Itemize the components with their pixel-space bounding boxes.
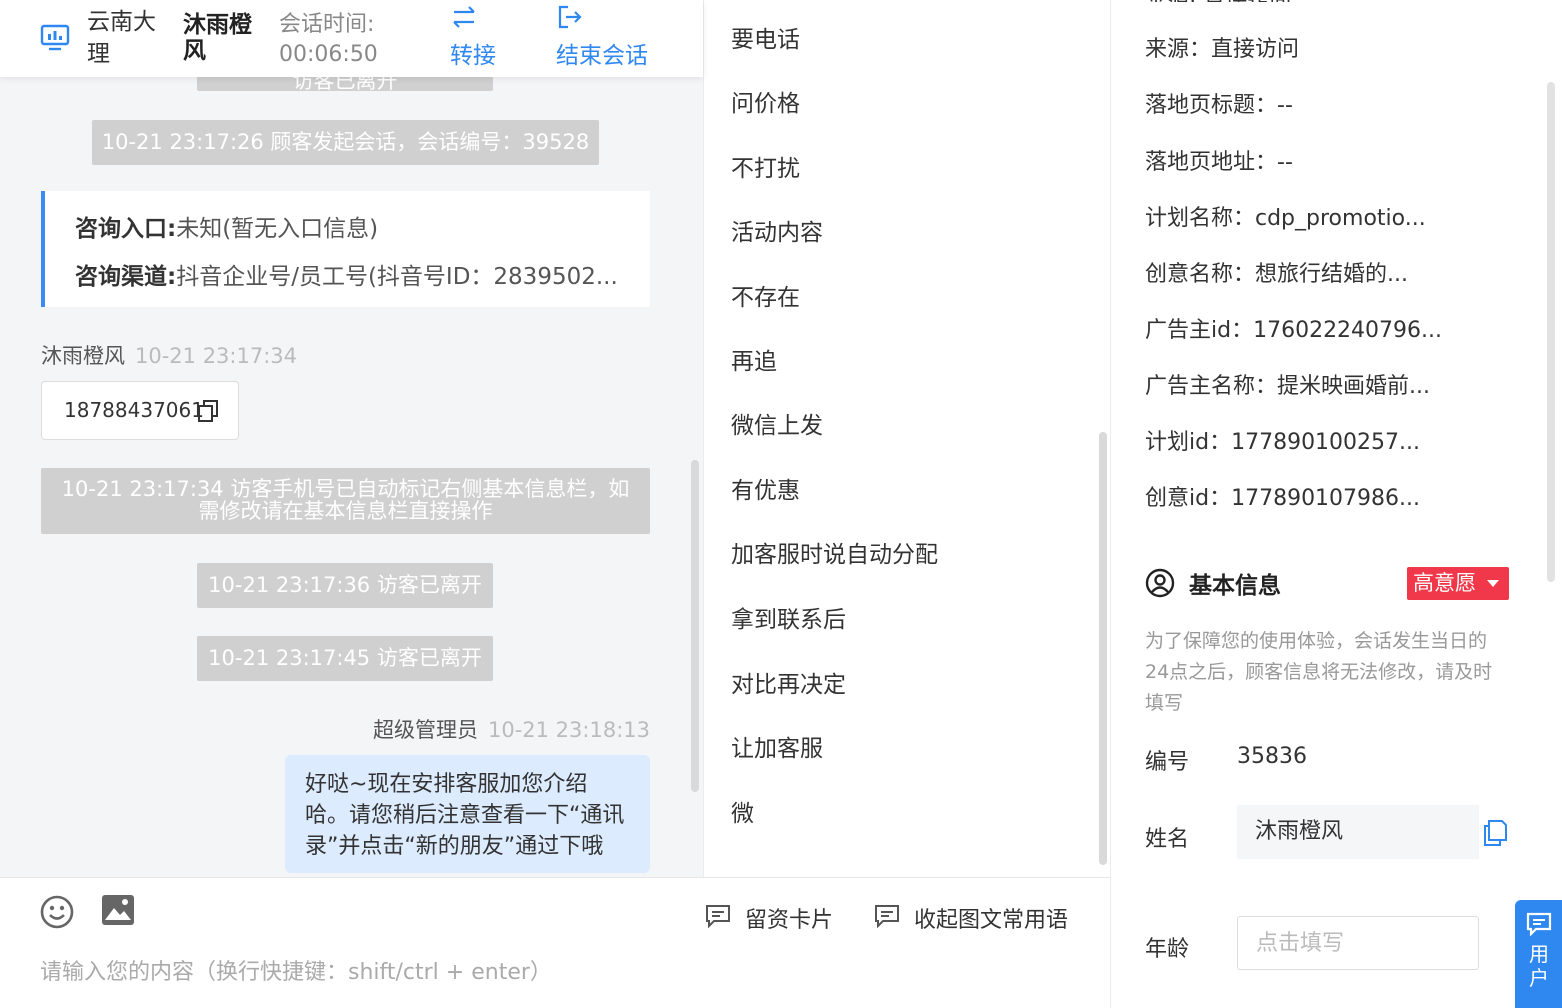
quick-phrase-item[interactable]: 让加客服 <box>731 729 823 763</box>
info-advertiser-name: 广告主名称：提米映画婚前... <box>1145 374 1430 399</box>
lead-card-label: 留资卡片 <box>745 908 834 933</box>
edit-notice: 为了保障您的使用体验，会话发生当日的24点之后，顾客信息将无法修改，请及时填写 <box>1145 630 1493 714</box>
collapse-phrases-button[interactable]: 收起图文常用语 <box>874 902 1068 934</box>
basic-info-heading: 基本信息 <box>1145 566 1281 600</box>
user-circle-icon <box>1145 568 1175 598</box>
quick-phrase-item[interactable]: 不打扰 <box>731 149 800 183</box>
info-landing-title: 落地页标题：-- <box>1145 93 1293 118</box>
intent-dropdown[interactable]: 高意愿 <box>1407 567 1509 600</box>
info-plan-name: 计划名称：cdp_promotio... <box>1145 206 1426 231</box>
info-landing-url: 落地页地址：-- <box>1145 150 1293 175</box>
quick-phrase-item[interactable]: 微 <box>731 794 754 828</box>
message-card-icon <box>706 905 730 928</box>
consult-entry-label: 咨询入口: <box>75 216 177 242</box>
visitor-location: 云南大理 <box>87 9 156 67</box>
session-time: 00:06:50 <box>279 42 378 67</box>
quick-phrase-item[interactable]: 加客服时说自动分配 <box>731 535 938 569</box>
end-session-button[interactable]: 结束会话 <box>556 4 648 70</box>
message-input[interactable] <box>40 960 1090 985</box>
name-field[interactable]: 沐雨橙风 <box>1237 805 1479 859</box>
info-advertiser-id: 广告主id：176022240796... <box>1145 318 1443 343</box>
chat-scrollbar[interactable] <box>691 460 699 792</box>
transfer-icon <box>453 6 475 28</box>
copy-icon[interactable] <box>198 400 218 422</box>
info-creative-id: 创意id：177890107986... <box>1145 486 1421 511</box>
system-message: 10-21 23:17:36 访客已离开 <box>197 563 493 608</box>
collapse-phrases-label: 收起图文常用语 <box>914 908 1069 933</box>
info-plan-id: 计划id：177890100257... <box>1145 430 1421 455</box>
chat-panel: 云南大理 沐雨橙风 会话时间: 00:06:50 转接 结束会话 访客已离开 1… <box>0 0 703 1008</box>
user-tab-label: 用户 <box>1529 942 1549 990</box>
transfer-button[interactable]: 转接 <box>450 4 496 70</box>
age-input[interactable] <box>1237 916 1479 970</box>
transfer-label: 转接 <box>450 43 496 69</box>
info-source: 来源：直接访问 <box>1145 37 1300 62</box>
info-partial-line: 来源: 直接访问 <box>1145 0 1292 17</box>
basic-info-title: 基本信息 <box>1189 573 1281 599</box>
message-composer: 留资卡片 收起图文常用语 <box>0 877 1110 1008</box>
quick-phrase-item[interactable]: 拿到联系后 <box>731 600 846 634</box>
chat-messages[interactable]: 访客已离开 10-21 23:17:26 顾客发起会话，会话编号：39528 咨… <box>0 77 703 877</box>
quick-phrase-item[interactable]: 问价格 <box>731 84 800 118</box>
consult-info-card: 咨询入口:未知(暂无入口信息) 咨询渠道:抖音企业号/员工号(抖音号ID：283… <box>41 191 650 307</box>
consult-channel-label: 咨询渠道: <box>75 264 177 290</box>
user-tab[interactable]: 用户 <box>1515 900 1562 1008</box>
system-message: 10-21 23:17:45 访客已离开 <box>197 636 493 681</box>
quick-phrase-item[interactable]: 有优惠 <box>731 471 800 505</box>
lead-card-button[interactable]: 留资卡片 <box>705 902 833 934</box>
quick-phrase-item[interactable]: 微信上发 <box>731 406 823 440</box>
logout-icon <box>558 5 582 29</box>
visitor-phone: 18788437061 <box>64 398 204 422</box>
quick-phrases-panel: 要电话问价格不打扰活动内容不存在再追微信上发有优惠加客服时说自动分配 拿到联系后对… <box>703 0 1110 877</box>
id-label: 编号 <box>1145 750 1190 775</box>
consult-channel-row: 咨询渠道:抖音企业号/员工号(抖音号ID：2839502... <box>75 257 650 305</box>
message-time: 10-21 23:18:13 <box>487 718 650 742</box>
message-sender: 超级管理员 <box>372 718 478 742</box>
consult-entry-row: 咨询入口:未知(暂无入口信息) <box>75 209 650 257</box>
system-message: 10-21 23:17:34 访客手机号已自动标记右侧基本信息栏，如需修改请在基… <box>41 468 650 534</box>
agent-message-meta: 超级管理员 10-21 23:18:13 <box>373 714 650 744</box>
quick-phrase-item[interactable]: 不存在 <box>731 278 800 312</box>
consult-entry-value: 未知(暂无入口信息) <box>176 216 379 242</box>
id-value: 35836 <box>1237 744 1307 769</box>
name-label: 姓名 <box>1145 827 1190 852</box>
session-time-label: 会话时间: <box>279 12 375 37</box>
quick-phrase-item[interactable]: 再追 <box>731 342 777 376</box>
visitor-name: 沐雨橙风 <box>183 12 252 64</box>
info-creative-name: 创意名称：想旅行结婚的... <box>1145 262 1408 287</box>
visitor-message-meta: 沐雨橙风 10-21 23:17:34 <box>41 340 297 370</box>
message-card-icon <box>875 905 899 928</box>
visitor-phone-bubble: 18788437061 <box>41 381 239 440</box>
customer-info-panel: 来源: 直接访问 来源：直接访问 落地页标题：-- 落地页地址：-- 计划名称：… <box>1110 0 1562 1008</box>
system-message: 10-21 23:17:26 顾客发起会话，会话编号：39528 <box>92 120 599 165</box>
chat-bubble-icon <box>1526 912 1552 936</box>
end-session-label: 结束会话 <box>556 43 648 69</box>
agent-message-bubble: 好哒~现在安排客服加您介绍哈。请您稍后注意查看一下“通讯录”并点击“新的朋友”通… <box>285 755 650 873</box>
age-label: 年龄 <box>1145 937 1190 962</box>
quick-phrase-item[interactable]: 要电话 <box>731 20 800 54</box>
quick-phrase-item[interactable]: 活动内容 <box>731 213 823 247</box>
monitor-icon <box>40 24 70 51</box>
message-time: 10-21 23:17:34 <box>135 344 298 368</box>
system-message: 访客已离开 <box>197 77 493 93</box>
copy-icon[interactable] <box>1483 820 1507 846</box>
consult-channel-value: 抖音企业号/员工号(抖音号ID：2839502... <box>176 264 618 290</box>
chat-header: 云南大理 沐雨橙风 会话时间: 00:06:50 转接 结束会话 <box>0 0 703 77</box>
phrases-scrollbar[interactable] <box>1099 432 1107 865</box>
info-scrollbar[interactable] <box>1547 82 1555 582</box>
message-sender: 沐雨橙风 <box>41 344 125 368</box>
emoji-icon[interactable] <box>40 895 74 929</box>
image-icon[interactable] <box>101 894 135 926</box>
quick-phrase-item[interactable]: 对比再决定 <box>731 665 846 699</box>
